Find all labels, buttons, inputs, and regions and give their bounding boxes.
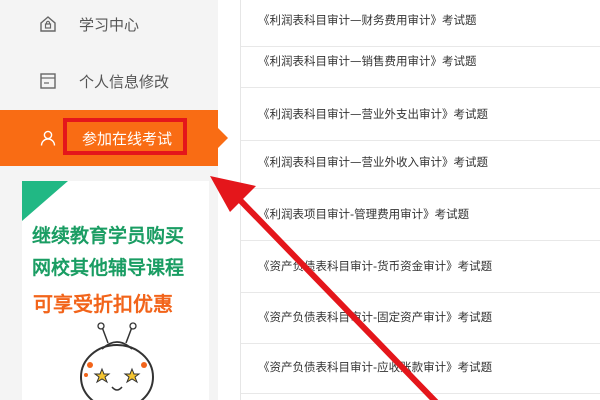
- promo-line-3: 可享受折扣优惠: [33, 292, 173, 316]
- active-indicator: [218, 128, 228, 148]
- exam-title[interactable]: 《利润表科目审计—销售费用审计》考试题: [258, 53, 477, 69]
- exam-title[interactable]: 《利润表科目审计—营业外支出审计》考试题: [258, 106, 488, 122]
- exam-title[interactable]: 《利润表项目审计-管理费用审计》考试题: [258, 206, 469, 222]
- id-card-icon: [38, 71, 58, 91]
- exam-list-item[interactable]: 《利润表科目审计—销售费用审计》考试题: [241, 35, 600, 88]
- exam-list: 《利润表科目审计—财务费用审计》考试题 《利润表科目审计—销售费用审计》考试题 …: [240, 0, 600, 400]
- sidebar-item-label: 学习中心: [79, 15, 140, 34]
- mascot-illustration: [80, 322, 154, 400]
- exam-title[interactable]: 《资产负债表科目审计-固定资产审计》考试题: [258, 309, 492, 325]
- exam-list-item[interactable]: 《资产负债表科目审计-货币资金审计》考试题: [241, 240, 600, 293]
- user-icon: [38, 128, 58, 148]
- sidebar-item-profile-edit[interactable]: 个人信息修改: [0, 54, 218, 108]
- exam-title[interactable]: 《资产负债表科目审计-应收账款审计》考试题: [258, 359, 492, 375]
- exam-list-item[interactable]: 《利润表科目审计—营业外支出审计》考试题: [241, 88, 600, 141]
- exam-title[interactable]: 《利润表科目审计—营业外收入审计》考试题: [258, 154, 488, 170]
- promo-banner[interactable]: 继续教育学员购买 网校其他辅导课程 可享受折扣优惠: [22, 181, 209, 400]
- promo-line-1: 继续教育学员购买: [32, 225, 185, 247]
- highlight-box: [63, 118, 187, 155]
- exam-title[interactable]: 《利润表科目审计—财务费用审计》考试题: [258, 12, 477, 28]
- page: 学习中心 个人信息修改 参加在线考试 继续教育学员购买 网校其他辅导课程 可享受…: [0, 0, 600, 400]
- exam-list-item[interactable]: 《利润表科目审计—营业外收入审计》考试题: [241, 136, 600, 189]
- house-lock-icon: [38, 14, 58, 34]
- sidebar-item-study-center[interactable]: 学习中心: [0, 0, 218, 51]
- sidebar-item-online-exam[interactable]: 参加在线考试: [0, 110, 228, 166]
- sidebar: 学习中心 个人信息修改 参加在线考试 继续教育学员购买 网校其他辅导课程 可享受…: [0, 0, 228, 400]
- sidebar-item-label: 个人信息修改: [79, 72, 170, 91]
- promo-corner-decoration: [22, 181, 68, 221]
- promo-line-2: 网校其他辅导课程: [32, 257, 185, 279]
- exam-title[interactable]: 《资产负债表科目审计-货币资金审计》考试题: [258, 258, 492, 274]
- exam-list-item[interactable]: 《利润表项目审计-管理费用审计》考试题: [241, 188, 600, 241]
- exam-list-item[interactable]: 《资产负债表科目审计-应收账款审计》考试题: [241, 341, 600, 394]
- exam-list-item[interactable]: 《资产负债表科目审计-固定资产审计》考试题: [241, 291, 600, 344]
